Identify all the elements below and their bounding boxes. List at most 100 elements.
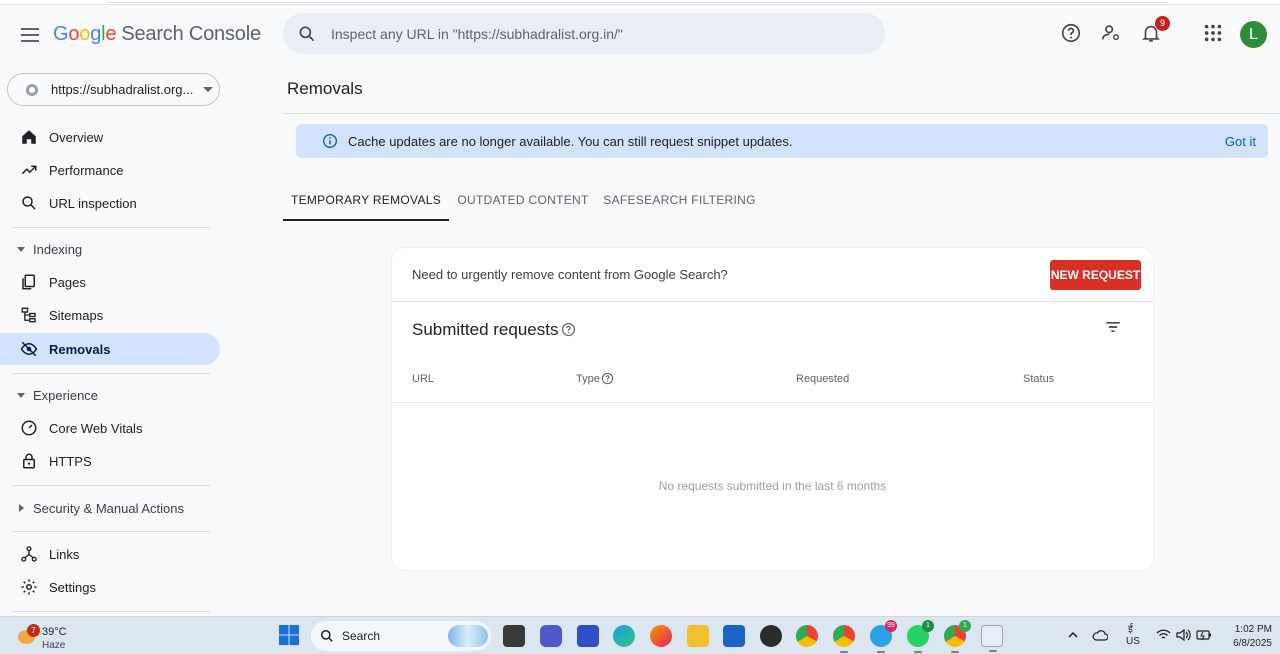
whatsapp-icon[interactable]: 1 <box>907 620 934 653</box>
sidebar-divider <box>13 531 210 532</box>
column-header-requested[interactable]: Requested <box>796 373 849 385</box>
windows-start-icon[interactable] <box>279 625 300 646</box>
weather-badge: 7 <box>27 624 40 637</box>
search-console-logo[interactable]: Google Search Console <box>53 23 261 46</box>
running-indicator <box>840 651 848 653</box>
sidebar-item-pages[interactable]: Pages <box>0 266 220 298</box>
column-header-type[interactable]: Type <box>576 373 600 385</box>
store-icon[interactable] <box>723 625 745 647</box>
logo-letter: g <box>90 23 102 45</box>
filter-icon[interactable] <box>1103 317 1123 337</box>
snipping-tool-icon[interactable] <box>981 625 1003 652</box>
weather-condition: Haze <box>42 640 66 651</box>
got-it-button[interactable]: Got it <box>1225 134 1256 149</box>
wifi-icon[interactable] <box>1156 629 1171 641</box>
edge-icon[interactable] <box>613 625 635 647</box>
chrome-profile-icon[interactable] <box>833 625 855 653</box>
sidebar-item-links[interactable]: Links <box>0 538 220 570</box>
sidebar-item-settings[interactable]: Settings <box>0 571 220 603</box>
teams-icon[interactable] <box>540 625 562 647</box>
sidebar-section-indexing[interactable]: Indexing <box>0 236 220 262</box>
temperature: 39°C <box>42 626 67 638</box>
avatar[interactable]: L <box>1240 21 1267 48</box>
input-language-script[interactable]: ई <box>1128 621 1133 635</box>
sidebar-item-performance[interactable]: Performance <box>0 154 220 186</box>
logo-letter: G <box>53 23 69 45</box>
telegram-icon[interactable]: 99 <box>870 620 897 653</box>
urgent-removal-prompt: Need to urgently remove content from Goo… <box>412 267 728 282</box>
logo-letter: o <box>79 23 91 45</box>
property-label: https://subhadralist.org... <box>51 82 194 97</box>
sidebar-section-experience[interactable]: Experience <box>0 382 220 408</box>
column-header-status[interactable]: Status <box>1023 373 1054 385</box>
sidebar-item-label: Performance <box>49 162 124 178</box>
running-indicator <box>989 650 997 652</box>
apps-button[interactable] <box>1202 22 1226 46</box>
notifications-button[interactable]: 9 <box>1140 16 1170 46</box>
battery-icon[interactable] <box>1196 629 1212 641</box>
new-request-button[interactable]: NEW REQUEST <box>1050 260 1141 290</box>
main-menu-button[interactable] <box>18 23 42 47</box>
tab-safesearch-filtering[interactable]: SAFESEARCH FILTERING <box>597 178 762 221</box>
sidebar-item-label: Removals <box>49 341 111 357</box>
apps-grid-icon <box>1204 24 1222 42</box>
sidebar-section-label: Experience <box>33 387 99 403</box>
search-icon <box>299 26 315 41</box>
url-inspect-search[interactable] <box>283 13 885 54</box>
users-permissions-button[interactable] <box>1100 22 1124 46</box>
sitemap-icon <box>21 307 36 323</box>
column-header-url[interactable]: URL <box>412 373 434 385</box>
sidebar-item-https[interactable]: HTTPS <box>0 445 220 477</box>
sidebar-item-overview[interactable]: Overview <box>0 121 220 153</box>
chrome-second-profile-icon[interactable]: 1 <box>944 620 971 653</box>
sidebar-section-security[interactable]: Security & Manual Actions <box>0 495 220 521</box>
collapse-caret-icon <box>17 392 25 398</box>
property-selector[interactable]: https://subhadralist.org... <box>7 73 220 106</box>
submitted-requests-title: Submitted requests <box>412 320 559 339</box>
sidebar-item-url-inspection[interactable]: URL inspection <box>0 187 220 219</box>
table-header-divider <box>392 402 1153 403</box>
title-divider <box>283 113 1280 114</box>
sidebar-item-sitemaps[interactable]: Sitemaps <box>0 299 220 331</box>
chevron-up-icon[interactable] <box>1067 629 1079 641</box>
sidebar-divider <box>13 227 210 228</box>
tab-outdated-content[interactable]: OUTDATED CONTENT <box>449 178 597 221</box>
weather-widget[interactable]: 7 39°C Haze <box>14 621 94 651</box>
windows-taskbar: 7 39°C Haze Search 99 1 1 ई US 1:02 PM 6… <box>0 616 1280 654</box>
help-button[interactable] <box>1060 22 1084 46</box>
sidebar-item-core-web-vitals[interactable]: Core Web Vitals <box>0 412 220 444</box>
manage-accounts-icon <box>1101 25 1120 41</box>
onedrive-icon[interactable] <box>1092 628 1108 642</box>
sidebar-item-removals[interactable]: Removals <box>0 333 220 365</box>
url-inspect-input[interactable] <box>331 25 851 42</box>
sidebar-divider <box>13 373 210 374</box>
tab-temporary-removals[interactable]: TEMPORARY REMOVALS <box>283 178 449 221</box>
search-icon <box>321 630 333 642</box>
input-language-region[interactable]: US <box>1126 636 1140 647</box>
dropdown-caret-icon <box>203 87 214 92</box>
clock-date: 6/8/2025 <box>1233 638 1272 649</box>
taskbar-search[interactable]: Search <box>311 621 491 651</box>
file-explorer-icon[interactable] <box>687 625 709 647</box>
sidebar-item-label: Links <box>49 546 80 562</box>
home-icon <box>22 130 36 144</box>
sidebar-divider <box>13 611 210 612</box>
task-view-icon[interactable] <box>503 625 525 647</box>
notification-badge: 9 <box>1155 16 1170 31</box>
chrome-icon[interactable] <box>796 625 818 647</box>
running-indicator <box>914 651 922 653</box>
system-clock[interactable]: 1:02 PM 6/8/2025 <box>1222 623 1272 651</box>
chrome-badge: 1 <box>959 620 971 632</box>
search-highlight-art <box>448 625 488 647</box>
taskbar-search-label: Search <box>342 629 381 643</box>
eye-off-icon <box>20 341 38 357</box>
help-icon[interactable] <box>561 322 576 337</box>
firefox-icon[interactable] <box>650 625 672 647</box>
gear-icon <box>21 579 37 595</box>
help-icon[interactable] <box>601 372 614 385</box>
site-icon <box>26 83 38 96</box>
obs-icon[interactable] <box>760 625 782 647</box>
notes-app-icon[interactable] <box>577 625 599 647</box>
volume-icon[interactable] <box>1176 628 1191 642</box>
sidebar-section-label: Security & Manual Actions <box>33 500 185 516</box>
